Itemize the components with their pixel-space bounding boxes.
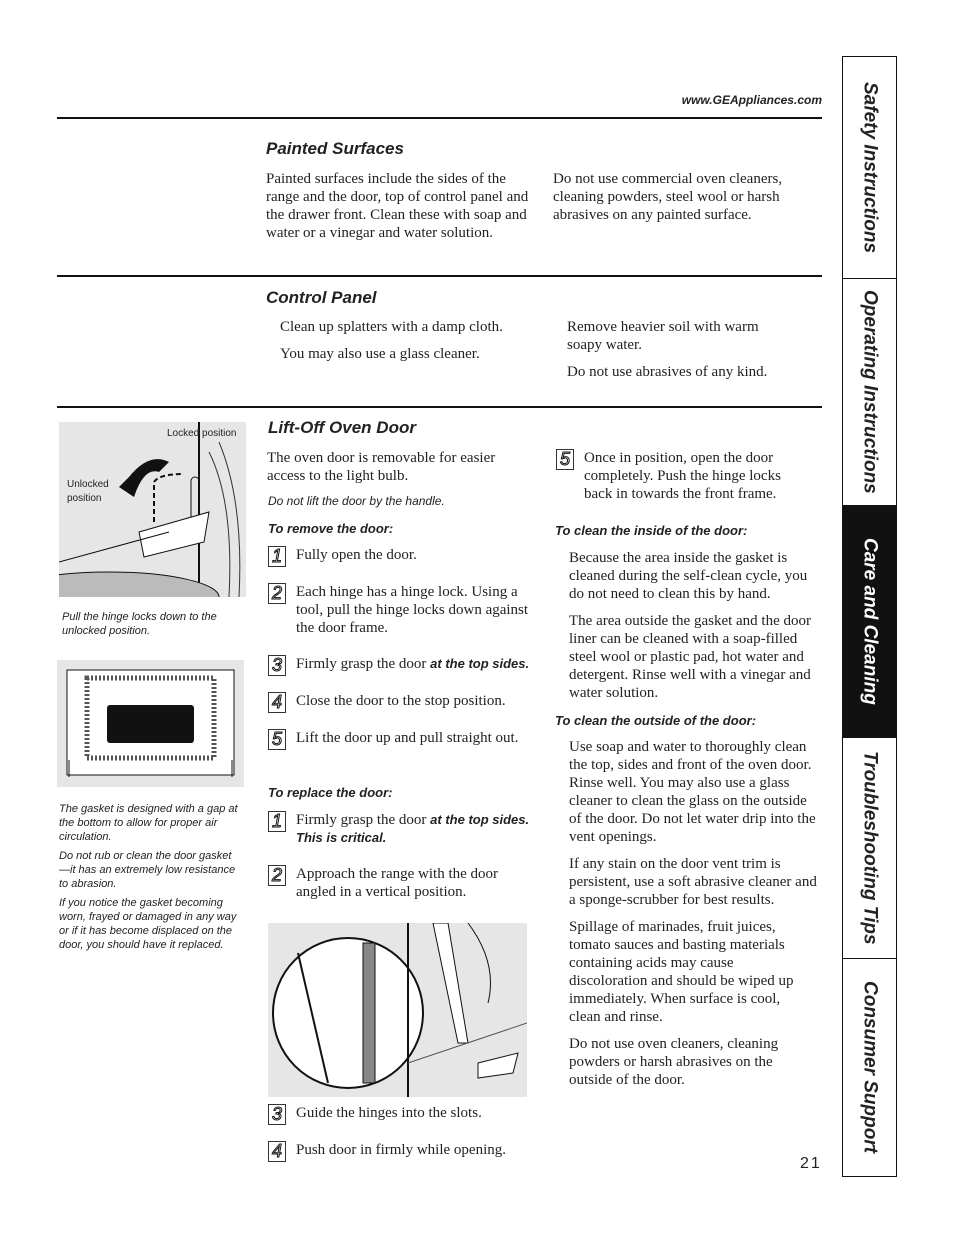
- hinge-caption: Pull the hinge locks down to the unlocke…: [62, 611, 217, 637]
- divider: [57, 275, 822, 277]
- painted-surfaces-heading: Painted Surfaces: [266, 139, 404, 158]
- control-right-2: Do not use abrasives of any kind.: [567, 364, 768, 380]
- tab-label: Safety Instructions: [859, 81, 881, 254]
- step-number: 4: [268, 1141, 286, 1162]
- replace-step-3: 3 Guide the hinges into the slots.: [268, 1104, 538, 1125]
- step-text: Lift the door up and pull straight out.: [296, 730, 519, 746]
- inside-text-1: Because the area inside the gasket is cl…: [569, 550, 808, 602]
- step-text: Push door in firmly while opening.: [296, 1142, 506, 1158]
- outside-text-1: Use soap and water to thoroughly clean t…: [569, 739, 816, 845]
- door-warning: Do not lift the door by the handle.: [268, 494, 445, 508]
- outside-text-2: If any stain on the door vent trim is pe…: [569, 856, 817, 908]
- outside-text-4: Do not use oven cleaners, cleaning powde…: [569, 1036, 779, 1088]
- clean-outside-heading: To clean the outside of the door:: [555, 713, 757, 728]
- step-text: Firmly grasp the door: [296, 812, 431, 828]
- gasket-note-2: Do not rub or clean the door gasket—it h…: [59, 850, 236, 890]
- tab-care-and-cleaning[interactable]: Care and Cleaning: [842, 505, 897, 738]
- hinge-illustration: Locked position Unlocked position: [0, 422, 246, 623]
- gasket-note-1: The gasket is designed with a gap at the…: [59, 803, 238, 843]
- divider: [57, 117, 822, 119]
- step-text: Firmly grasp the door: [296, 656, 431, 672]
- remove-step-1: 1 Fully open the door.: [268, 546, 538, 567]
- tab-troubleshooting-tips[interactable]: Troubleshooting Tips: [842, 737, 897, 959]
- arrow-icon: [119, 459, 169, 497]
- website-url: www.GEAppliances.com: [681, 93, 822, 107]
- tab-label: Troubleshooting Tips: [859, 751, 881, 945]
- page-number: 21: [800, 1155, 822, 1172]
- remove-door-heading: To remove the door:: [268, 521, 394, 536]
- replace-step-2: 2 Approach the range with the door angled…: [268, 865, 538, 901]
- outside-text-3: Spillage of marinades, fruit juices, tom…: [569, 919, 794, 1025]
- control-left-1: Clean up splatters with a damp cloth.: [280, 319, 503, 335]
- tab-safety-instructions[interactable]: Safety Instructions: [842, 56, 897, 279]
- step-number: 1: [268, 546, 286, 567]
- remove-step-4: 4 Close the door to the stop position.: [268, 692, 538, 713]
- step-number: 5: [556, 449, 574, 470]
- painted-left-text: Painted surfaces include the sides of th…: [266, 171, 529, 241]
- clean-inside-heading: To clean the inside of the door:: [555, 523, 748, 538]
- gasket-note-3: If you notice the gasket becoming worn, …: [59, 897, 237, 951]
- step-text: Each hinge has a hinge lock. Using a too…: [296, 584, 529, 636]
- step-number: 1: [268, 811, 286, 832]
- step-text: Fully open the door.: [296, 547, 417, 563]
- step-text: Close the door to the stop position.: [296, 693, 506, 709]
- divider: [57, 406, 822, 408]
- replace-step-4: 4 Push door in firmly while opening.: [268, 1141, 538, 1162]
- remove-step-5: 5 Lift the door up and pull straight out.: [268, 729, 538, 750]
- inside-text-2: The area outside the gasket and the door…: [569, 613, 811, 701]
- control-left-2: You may also use a glass cleaner.: [280, 346, 480, 362]
- unlocked-position-label: Unlocked position: [67, 479, 109, 504]
- tab-consumer-support[interactable]: Consumer Support: [842, 958, 897, 1177]
- locked-position-label: Locked position: [167, 428, 237, 439]
- step-number: 4: [268, 692, 286, 713]
- replace-step-1: 1 Firmly grasp the door at the top sides.…: [268, 811, 538, 847]
- tab-label: Operating Instructions: [859, 290, 881, 494]
- tab-label: Consumer Support: [859, 981, 881, 1154]
- oven-door-gasket-illustration: [57, 660, 244, 787]
- lift-off-door-heading: Lift-Off Oven Door: [268, 418, 416, 437]
- step-number: 3: [268, 1104, 286, 1125]
- step-number: 2: [268, 865, 286, 886]
- replace-step-5: 5 Once in position, open the door complet…: [556, 449, 801, 503]
- step-text: Approach the range with the door angled …: [296, 866, 499, 900]
- step-number: 3: [268, 655, 286, 676]
- replace-door-heading: To replace the door:: [268, 785, 393, 800]
- painted-right-text: Do not use commercial oven cleaners, cle…: [553, 171, 783, 223]
- door-replacement-illustration: [268, 922, 528, 1097]
- step-emphasis: at the top sides.: [430, 656, 530, 671]
- tab-operating-instructions[interactable]: Operating Instructions: [842, 278, 897, 506]
- step-number: 5: [268, 729, 286, 750]
- remove-step-3: 3 Firmly grasp the door at the top sides.: [268, 655, 538, 676]
- control-panel-heading: Control Panel: [266, 288, 377, 307]
- manual-page: www.GEAppliances.com Painted Surfaces Pa…: [0, 0, 954, 1235]
- door-intro: The oven door is removable for easier ac…: [267, 450, 496, 484]
- step-number: 2: [268, 583, 286, 604]
- step-text: Guide the hinges into the slots.: [296, 1105, 482, 1121]
- control-right-1: Remove heavier soil with warm soapy wate…: [567, 319, 759, 353]
- step-text: Once in position, open the door complete…: [584, 450, 781, 502]
- tab-label: Care and Cleaning: [859, 538, 881, 705]
- remove-step-2: 2 Each hinge has a hinge lock. Using a to…: [268, 583, 538, 637]
